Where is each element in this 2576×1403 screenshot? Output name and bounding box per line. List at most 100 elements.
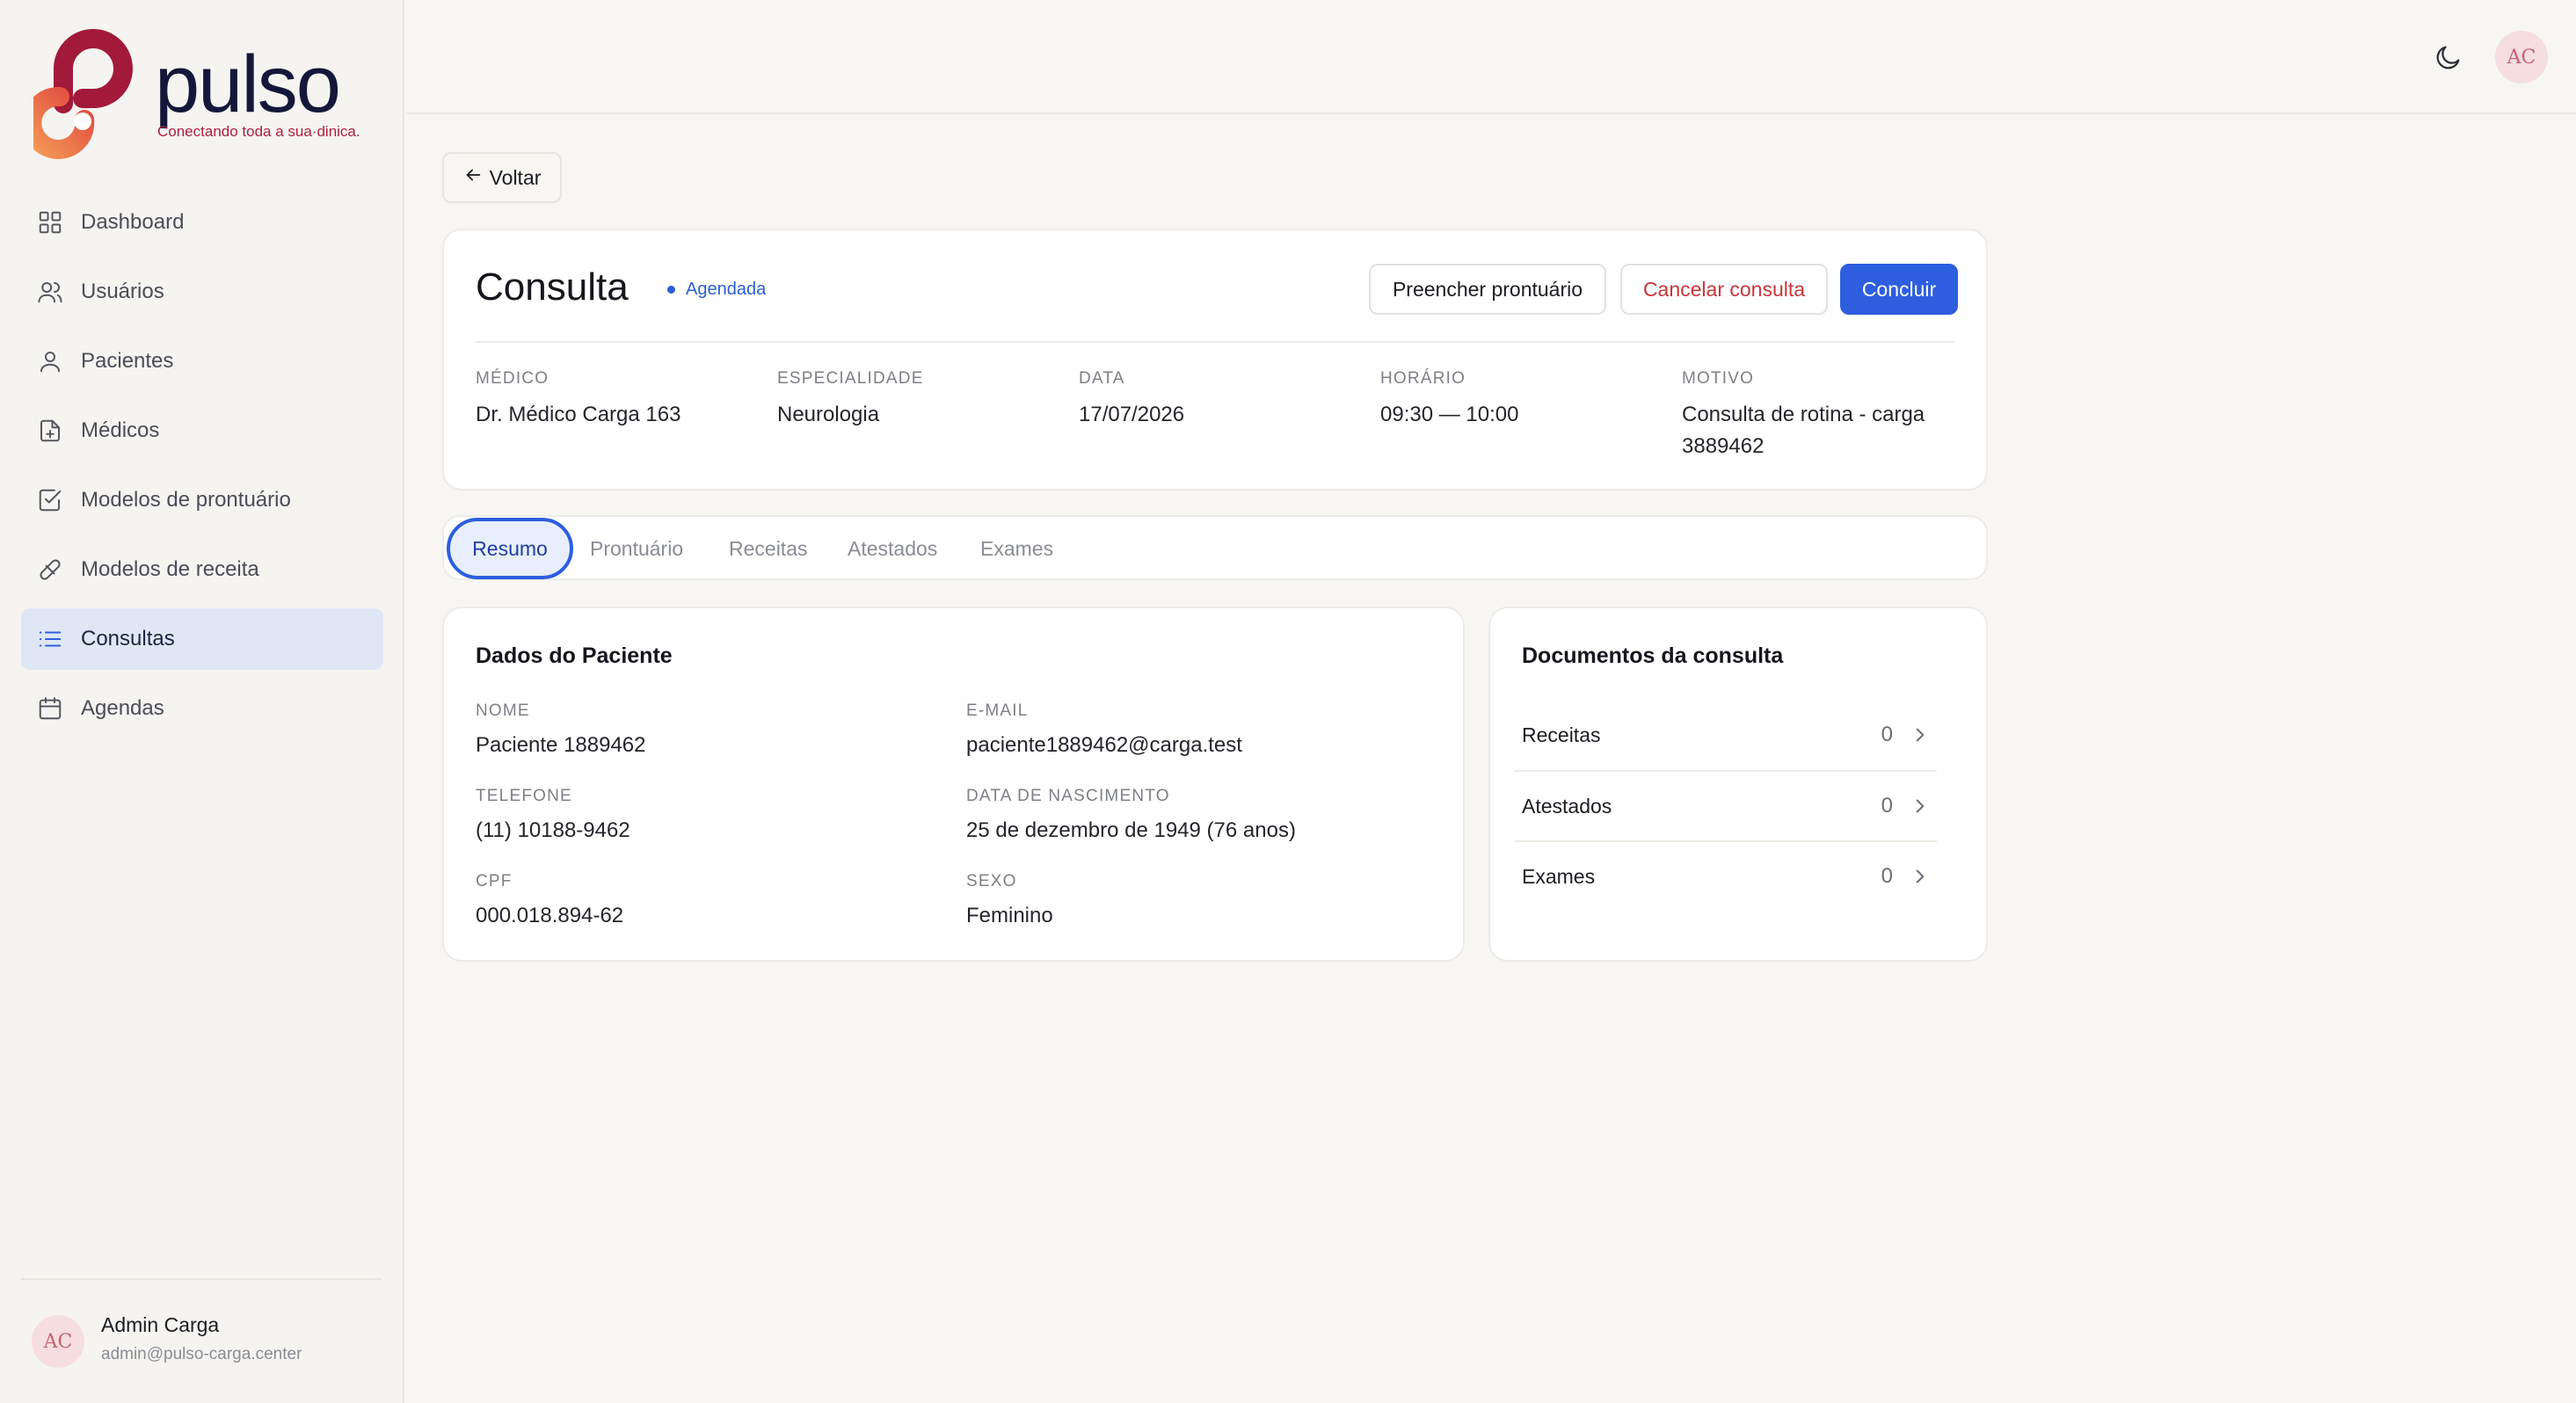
back-button[interactable]: Voltar [442,152,562,203]
complete-button[interactable]: Concluir [1840,264,1958,315]
field-sexo: SEXO Feminino [966,872,1423,932]
cancel-consulta-button[interactable]: Cancelar consulta [1620,264,1828,315]
users-icon [37,279,63,305]
doc-count: 0 [1881,794,1893,818]
status-dot-icon [667,286,675,294]
pulso-logo-icon [33,29,133,159]
sidebar-item-label: Pacientes [81,349,174,373]
info-label: ESPECIALIDADE [777,369,924,388]
sidebar-nav: Dashboard Usuários Pacientes Médicos Mod… [21,192,383,747]
field-telefone: TELEFONE (11) 10188-9462 [476,787,933,847]
sidebar-item-label: Modelos de receita [81,557,259,581]
sidebar-item-label: Usuários [81,280,164,303]
tab-receitas[interactable]: Receitas [729,519,807,578]
field-label: NOME [476,702,530,720]
doc-label: Atestados [1522,794,1612,818]
sidebar-item-label: Agendas [81,696,164,720]
pill-icon [37,556,63,583]
user-name: Admin Carga [101,1313,220,1336]
moon-icon[interactable] [2434,42,2463,72]
calendar-icon [37,695,63,722]
doc-row-receitas[interactable]: Receitas 0 [1515,700,1937,770]
field-nome: NOME Paciente 1889462 [476,702,933,761]
tabs: Resumo Prontuário Receitas Atestados Exa… [442,515,1988,580]
list-icon [37,626,63,652]
avatar: AC [32,1315,84,1368]
status-badge: Agendada [667,280,766,300]
sidebar: pulso Conectando toda a sua·dinica. Dash… [0,0,404,1403]
field-data-nascimento: DATA DE NASCIMENTO 25 de dezembro de 194… [966,787,1423,847]
field-value: paciente1889462@carga.test [966,733,1242,757]
info-data: DATA 17/07/2026 [1079,369,1360,431]
doc-row-atestados[interactable]: Atestados 0 [1515,771,1937,841]
sidebar-item-consultas[interactable]: Consultas [21,608,383,670]
sidebar-divider [21,1278,382,1280]
documents-card: Documentos da consulta Receitas 0 Atesta… [1488,607,1988,962]
divider [476,341,1954,343]
sidebar-item-usuarios[interactable]: Usuários [21,261,383,323]
tab-exames[interactable]: Exames [980,519,1053,578]
field-value: Feminino [966,904,1053,927]
info-label: MÉDICO [476,369,549,388]
topbar: AC [406,0,2576,114]
field-label: CPF [476,872,513,891]
sidebar-item-pacientes[interactable]: Pacientes [21,331,383,392]
info-value: Dr. Médico Carga 163 [476,403,681,426]
sidebar-item-label: Médicos [81,418,160,442]
field-email: E-MAIL paciente1889462@carga.test [966,702,1423,761]
info-medico: MÉDICO Dr. Médico Carga 163 [476,369,757,431]
field-label: SEXO [966,872,1017,891]
sidebar-item-agendas[interactable]: Agendas [21,678,383,739]
doc-row-exames[interactable]: Exames 0 [1515,841,1937,912]
field-value: 000.018.894-62 [476,904,624,927]
documents-heading: Documentos da consulta [1522,643,1784,668]
info-value: Neurologia [777,403,880,426]
field-label: DATA DE NASCIMENTO [966,787,1170,805]
info-label: DATA [1079,369,1125,388]
sidebar-item-modelos-prontuario[interactable]: Modelos de prontuário [21,469,383,531]
page-title: Consulta [476,265,629,309]
grid-icon [37,209,63,236]
info-value: Consulta de rotina - carga 3889462 [1682,403,1925,458]
user-icon [37,348,63,374]
patient-card: Dados do Paciente NOME Paciente 1889462 … [442,607,1465,962]
field-label: E-MAIL [966,702,1029,720]
sidebar-item-modelos-receita[interactable]: Modelos de receita [21,539,383,600]
doc-count: 0 [1881,864,1893,888]
arrow-left-icon [463,165,483,191]
tab-atestados[interactable]: Atestados [848,519,937,578]
patient-heading: Dados do Paciente [476,643,673,668]
fill-record-button[interactable]: Preencher prontuário [1369,264,1606,315]
field-cpf: CPF 000.018.894-62 [476,872,933,932]
info-motivo: MOTIVO Consulta de rotina - carga 388946… [1682,369,1946,462]
sidebar-item-label: Modelos de prontuário [81,488,291,512]
brand-tagline: Conectando toda a sua·dinica. [157,123,360,140]
chevron-right-icon [1916,728,1925,742]
info-label: HORÁRIO [1380,369,1466,388]
sidebar-item-label: Dashboard [81,210,185,234]
tab-resumo[interactable]: Resumo [447,518,573,579]
tab-prontuario[interactable]: Prontuário [590,519,683,578]
back-button-label: Voltar [489,165,542,189]
user-email: admin@pulso-carga.center [101,1345,302,1363]
chevron-right-icon [1916,869,1925,883]
sidebar-item-dashboard[interactable]: Dashboard [21,192,383,253]
info-label: MOTIVO [1682,369,1755,388]
brand-logo[interactable]: pulso Conectando toda a sua·dinica. [33,28,385,160]
field-value: (11) 10188-9462 [476,818,630,842]
field-value: Paciente 1889462 [476,733,646,757]
field-value: 25 de dezembro de 1949 (76 anos) [966,818,1296,842]
avatar[interactable]: AC [2495,31,2548,84]
info-especialidade: ESPECIALIDADE Neurologia [777,369,1059,431]
sidebar-item-medicos[interactable]: Médicos [21,400,383,462]
sidebar-item-label: Consultas [81,627,175,651]
info-horario: HORÁRIO 09:30 — 10:00 [1380,369,1662,431]
checkbox-icon [37,487,63,513]
current-user[interactable]: AC Admin Carga admin@pulso-carga.center [32,1313,383,1370]
consulta-card: Consulta Agendada Preencher prontuário C… [442,229,1988,491]
doc-count: 0 [1881,723,1893,746]
info-value: 09:30 — 10:00 [1380,403,1519,426]
brand-wordmark: pulso [155,40,341,129]
file-plus-icon [37,418,63,444]
field-label: TELEFONE [476,787,572,805]
